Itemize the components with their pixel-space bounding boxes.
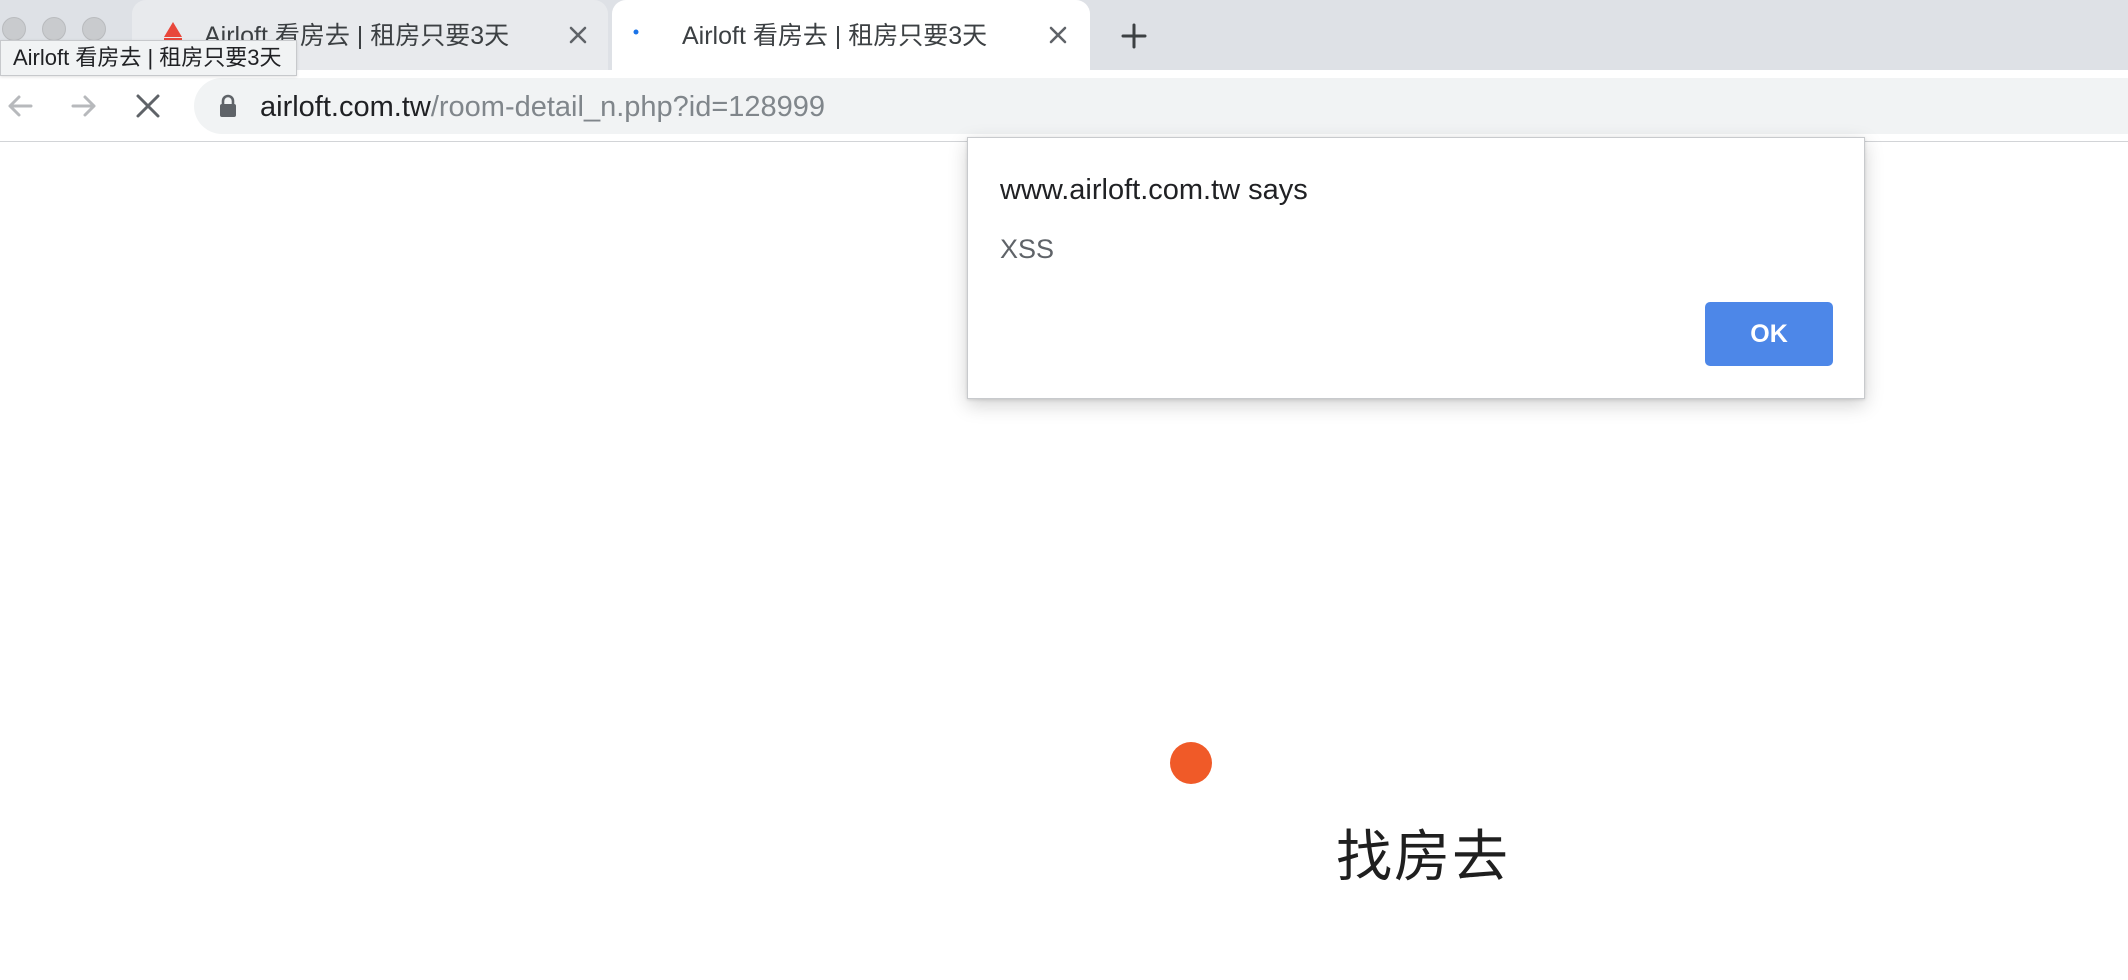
- dialog-message: XSS: [1000, 234, 1055, 264]
- loading-spinner-icon: [632, 20, 654, 42]
- url-text[interactable]: airloft.com.tw/room-detail_n.php?id=1289…: [260, 90, 825, 124]
- arrow-left-icon: [8, 95, 33, 117]
- window-zoom-button[interactable]: [82, 17, 106, 41]
- plus-icon: [1121, 23, 1147, 49]
- forward-button[interactable]: [64, 86, 104, 126]
- url-path: /room-detail_n.php?id=128999: [430, 91, 826, 123]
- browser-window: Airloft 看房去 | 租房只要3天 Airloft 看房去 | 租房只要3…: [0, 0, 2128, 980]
- tab-tooltip: Airloft 看房去 | 租房只要3天: [0, 40, 297, 76]
- tab-close-icon[interactable]: [565, 22, 591, 48]
- tab-strip: Airloft 看房去 | 租房只要3天 Airloft 看房去 | 租房只要3…: [0, 0, 2128, 70]
- stop-loading-button[interactable]: [128, 86, 168, 126]
- toolbar: airloft.com.tw/room-detail_n.php?id=1289…: [0, 70, 2128, 142]
- window-minimize-button[interactable]: [42, 17, 66, 41]
- ok-button[interactable]: OK: [1705, 302, 1833, 366]
- close-icon: [136, 94, 160, 118]
- new-tab-button[interactable]: [1116, 18, 1152, 54]
- lock-icon[interactable]: [218, 94, 238, 118]
- window-close-button[interactable]: [2, 17, 26, 41]
- airloft-logo-icon: [162, 20, 184, 42]
- dialog-title: www.airloft.com.tw says: [1000, 174, 1308, 206]
- tab-close-icon[interactable]: [1045, 22, 1071, 48]
- arrow-right-icon: [71, 95, 96, 117]
- alert-dialog: www.airloft.com.tw says XSS OK: [967, 137, 1865, 399]
- loading-dot: [1170, 742, 1212, 784]
- tab-title: Airloft 看房去 | 租房只要3天: [682, 22, 988, 50]
- page-heading: 找房去: [1336, 825, 1510, 888]
- address-bar[interactable]: airloft.com.tw/room-detail_n.php?id=1289…: [194, 78, 2128, 134]
- back-button[interactable]: [0, 86, 40, 126]
- tab-active[interactable]: Airloft 看房去 | 租房只要3天: [612, 0, 1090, 70]
- url-host: airloft.com.tw: [260, 91, 431, 123]
